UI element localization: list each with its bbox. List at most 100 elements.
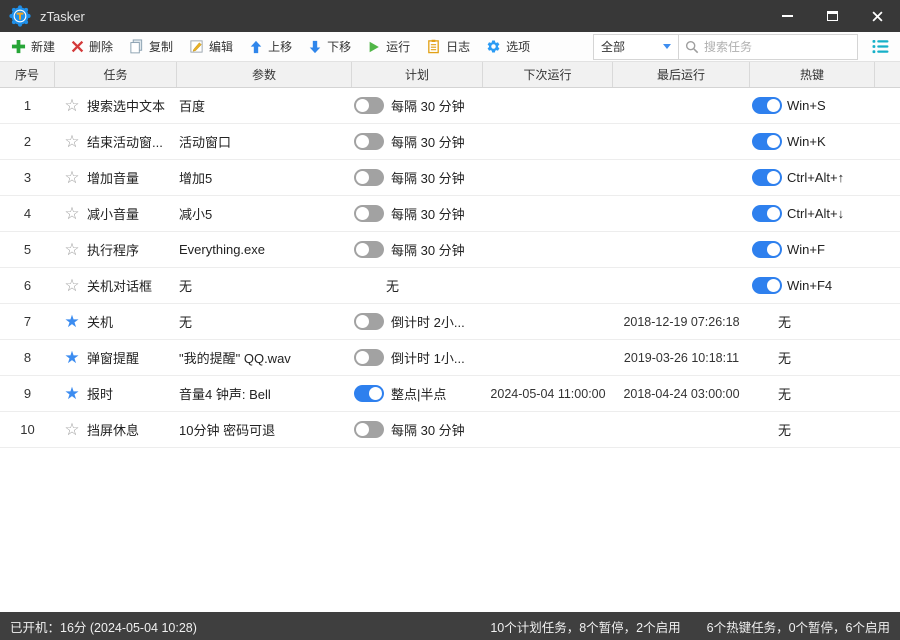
schedule-cell: 每隔 30 分钟 — [352, 124, 483, 159]
col-header-next-run[interactable]: 下次运行 — [483, 62, 613, 87]
schedule-toggle[interactable] — [354, 205, 384, 222]
move-down-label: 下移 — [327, 40, 352, 54]
filter-value: 全部 — [601, 40, 626, 54]
schedule-toggle[interactable] — [354, 97, 384, 114]
hotkey-toggle[interactable] — [752, 241, 782, 258]
table-header: 序号 任务 参数 计划 下次运行 最后运行 热键 — [0, 62, 900, 88]
maximize-button[interactable] — [810, 0, 855, 32]
hotkey-cell: Win+K — [750, 124, 875, 159]
hotkey-toggle[interactable] — [752, 205, 782, 222]
row-number: 6 — [23, 278, 32, 293]
copy-icon — [130, 39, 143, 54]
last-run-cell: 2018-04-24 03:00:00 — [623, 386, 740, 401]
chevron-down-icon — [663, 44, 671, 49]
options-button[interactable]: 选项 — [478, 32, 538, 61]
close-button[interactable] — [855, 0, 900, 32]
col-header-last-run[interactable]: 最后运行 — [613, 62, 750, 87]
param-cell: 音量4 钟声: Bell — [179, 387, 271, 402]
schedule-toggle[interactable] — [354, 241, 384, 258]
hotkey-toggle[interactable] — [752, 277, 782, 294]
schedule-toggle[interactable] — [354, 169, 384, 186]
run-task-button[interactable]: 运行 — [359, 32, 418, 61]
table-row[interactable]: 3 ☆ 增加音量 增加5 每隔 30 分钟 Ctrl+Alt+↑ — [0, 160, 900, 196]
schedule-label: 每隔 30 分钟 — [391, 135, 465, 150]
filter-dropdown[interactable]: 全部 — [594, 34, 679, 59]
table-row[interactable]: 1 ☆ 搜索选中文本 百度 每隔 30 分钟 Win+S — [0, 88, 900, 124]
col-header-number[interactable]: 序号 — [0, 62, 55, 87]
next-run-cell — [483, 412, 613, 447]
col-header-params[interactable]: 参数 — [177, 62, 352, 87]
schedule-toggle[interactable] — [354, 349, 384, 366]
row-number: 5 — [23, 242, 32, 257]
uptime-status: 已开机：16分 (2024-05-04 10:28) — [10, 620, 197, 635]
col-header-hotkey[interactable]: 热键 — [750, 62, 875, 87]
titlebar: zTasker — [0, 0, 900, 32]
hotkey-label: Win+K — [787, 134, 826, 149]
schedule-label: 每隔 30 分钟 — [391, 243, 465, 258]
hotkey-toggle[interactable] — [752, 97, 782, 114]
hotkey-toggle[interactable] — [752, 133, 782, 150]
table-row[interactable]: 8 ★ 弹窗提醒 "我的提醒" QQ.wav 倒计时 1小... 2019-03… — [0, 340, 900, 376]
copy-task-label: 复制 — [149, 40, 174, 54]
arrow-down-icon — [309, 40, 321, 53]
move-down-button[interactable]: 下移 — [300, 32, 359, 61]
maximize-icon — [827, 11, 838, 21]
star-icon[interactable]: ☆ — [63, 241, 81, 258]
table-row[interactable]: 10 ☆ 挡屏休息 10分钟 密码可退 每隔 30 分钟 无 — [0, 412, 900, 448]
col-header-task[interactable]: 任务 — [55, 62, 177, 87]
schedule-toggle[interactable] — [354, 313, 384, 330]
move-up-button[interactable]: 上移 — [241, 32, 300, 61]
schedule-toggle[interactable] — [354, 133, 384, 150]
search-input[interactable] — [704, 39, 851, 54]
star-icon[interactable]: ☆ — [63, 133, 81, 150]
view-mode-button[interactable] — [867, 34, 893, 60]
table-row[interactable]: 2 ☆ 结束活动窗... 活动窗口 每隔 30 分钟 Win+K — [0, 124, 900, 160]
star-icon[interactable]: ☆ — [63, 421, 81, 438]
task-cell: ☆ 增加音量 — [55, 160, 177, 195]
star-icon[interactable]: ★ — [63, 313, 81, 330]
run-task-label: 运行 — [386, 40, 411, 54]
ztasker-logo-icon — [9, 5, 31, 27]
table-body: 1 ☆ 搜索选中文本 百度 每隔 30 分钟 Win+S 2 ☆ 结束活动窗..… — [0, 88, 900, 448]
table-row[interactable]: 9 ★ 报时 音量4 钟声: Bell 整点|半点 2024-05-04 11:… — [0, 376, 900, 412]
hotkey-toggle[interactable] — [752, 169, 782, 186]
hotkey-label: 无 — [778, 351, 792, 366]
arrow-up-icon — [250, 40, 262, 53]
hotkey-cell: 无 — [750, 376, 875, 411]
col-header-schedule[interactable]: 计划 — [352, 62, 483, 87]
table-row[interactable]: 5 ☆ 执行程序 Everything.exe 每隔 30 分钟 Win+F — [0, 232, 900, 268]
schedule-label: 倒计时 1小... — [391, 351, 465, 366]
star-icon[interactable]: ☆ — [63, 205, 81, 222]
last-run-cell: 2018-12-19 07:26:18 — [623, 314, 740, 329]
log-clipboard-icon — [428, 39, 439, 54]
next-run-cell — [483, 160, 613, 195]
delete-task-button[interactable]: 删除 — [63, 32, 121, 61]
row-stub — [875, 88, 900, 123]
row-stub — [875, 232, 900, 267]
row-number: 2 — [23, 134, 32, 149]
param-cell: 10分钟 密码可退 — [179, 423, 276, 438]
table-row[interactable]: 4 ☆ 减小音量 减小5 每隔 30 分钟 Ctrl+Alt+↓ — [0, 196, 900, 232]
last-run-cell — [613, 124, 750, 159]
star-icon[interactable]: ☆ — [63, 97, 81, 114]
table-row[interactable]: 6 ☆ 关机对话框 无 无 Win+F4 — [0, 268, 900, 304]
task-name: 报时 — [87, 387, 114, 402]
row-number: 8 — [23, 350, 32, 365]
star-icon[interactable]: ★ — [63, 349, 81, 366]
param-cell: 无 — [179, 279, 193, 294]
star-icon[interactable]: ☆ — [63, 277, 81, 294]
edit-task-button[interactable]: 编辑 — [181, 32, 241, 61]
task-name: 关机 — [87, 315, 114, 330]
schedule-toggle[interactable] — [354, 385, 384, 402]
last-run-cell — [613, 196, 750, 231]
star-icon[interactable]: ★ — [63, 385, 81, 402]
table-row[interactable]: 7 ★ 关机 无 倒计时 2小... 2018-12-19 07:26:18 无 — [0, 304, 900, 340]
copy-task-button[interactable]: 复制 — [121, 32, 181, 61]
task-name: 搜索选中文本 — [87, 99, 166, 114]
schedule-toggle[interactable] — [354, 421, 384, 438]
star-icon[interactable]: ☆ — [63, 169, 81, 186]
new-task-button[interactable]: 新建 — [3, 32, 63, 61]
minimize-button[interactable] — [765, 0, 810, 32]
log-button[interactable]: 日志 — [418, 32, 478, 61]
schedule-cell: 每隔 30 分钟 — [352, 160, 483, 195]
